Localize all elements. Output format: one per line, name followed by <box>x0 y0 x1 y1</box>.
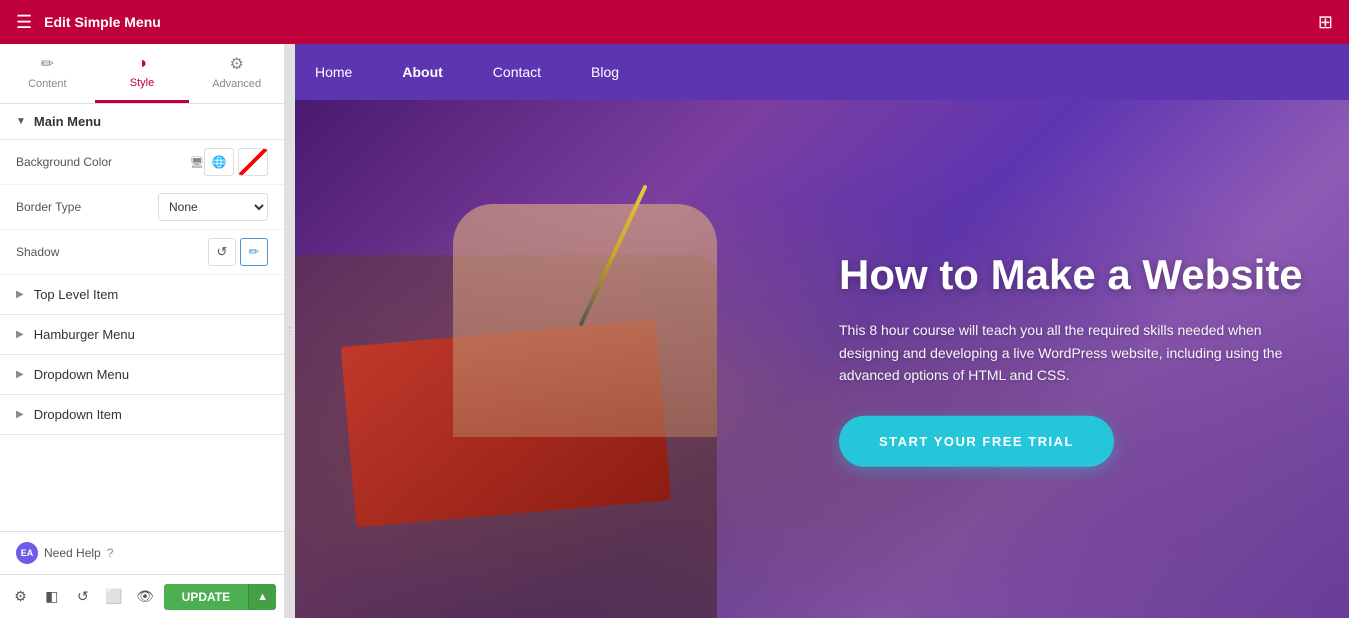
help-icon[interactable]: ? <box>107 546 114 560</box>
main-menu-label: Main Menu <box>34 114 101 129</box>
update-arrow-button[interactable]: ▲ <box>248 584 276 610</box>
clear-color-button[interactable] <box>238 148 268 176</box>
accordion-hamburger-menu[interactable]: ▶ Hamburger Menu <box>0 315 284 355</box>
panel-footer: EA Need Help ? <box>0 531 284 574</box>
dropdown-item-label: Dropdown Item <box>34 407 122 422</box>
monitor-icon: 🖥 <box>190 156 204 169</box>
ea-badge-text: EA <box>21 548 34 558</box>
top-bar: ☰ Edit Simple Menu ⊞ <box>0 0 1349 44</box>
top-bar-left: ☰ Edit Simple Menu <box>16 12 161 33</box>
tab-content-label: Content <box>28 78 67 90</box>
background-color-controls: 🌐 <box>204 148 268 176</box>
tab-style[interactable]: ◑ Style <box>95 44 190 103</box>
drag-handle[interactable]: ⋮ <box>285 44 295 618</box>
dropdown-menu-label: Dropdown Menu <box>34 367 129 382</box>
shadow-label: Shadow <box>16 245 208 259</box>
border-type-controls: None Solid Dashed Dotted Double <box>158 193 268 221</box>
global-color-button[interactable]: 🌐 <box>204 148 234 176</box>
cta-button[interactable]: START YOUR FREE TRIAL <box>839 416 1114 467</box>
accordion-top-level-item[interactable]: ▶ Top Level Item <box>0 275 284 315</box>
top-bar-title: Edit Simple Menu <box>44 14 161 30</box>
dropdown-item-chevron: ▶ <box>16 409 24 420</box>
shadow-controls: ↺ ✏ <box>208 238 268 266</box>
nav-item-home[interactable]: Home <box>315 64 352 80</box>
history-icon[interactable]: ↺ <box>70 583 95 611</box>
style-icon: ◑ <box>137 55 147 73</box>
left-panel: ✏ Content ◑ Style ⚙ Advanced ▼ Main Menu… <box>0 44 285 618</box>
main-menu-section-header[interactable]: ▼ Main Menu <box>0 104 284 140</box>
nav-item-contact[interactable]: Contact <box>493 64 541 80</box>
tab-style-label: Style <box>130 77 154 89</box>
dropdown-menu-chevron: ▶ <box>16 369 24 380</box>
shadow-edit-button[interactable]: ✏ <box>240 238 268 266</box>
main-menu-chevron: ▼ <box>16 116 26 127</box>
border-type-label: Border Type <box>16 200 158 214</box>
advanced-icon: ⚙ <box>230 54 244 74</box>
preview-icon[interactable]: 👁 <box>133 583 158 611</box>
hamburger-icon[interactable]: ☰ <box>16 12 32 33</box>
hamburger-menu-label: Hamburger Menu <box>34 327 135 342</box>
shadow-row: Shadow ↺ ✏ <box>0 230 284 275</box>
tabs-container: ✏ Content ◑ Style ⚙ Advanced <box>0 44 284 104</box>
tab-content[interactable]: ✏ Content <box>0 44 95 103</box>
border-type-row: Border Type None Solid Dashed Dotted Dou… <box>0 185 284 230</box>
nav-item-blog[interactable]: Blog <box>591 64 619 80</box>
update-btn-group: UPDATE ▲ <box>164 584 276 610</box>
background-color-row: Background Color 🖥 🌐 <box>0 140 284 185</box>
hero-section: How to Make a Website This 8 hour course… <box>295 100 1349 618</box>
preview-area: Home About Contact Blog How to Make a We… <box>295 44 1349 618</box>
responsive-icon[interactable]: ⬜ <box>101 583 126 611</box>
update-button[interactable]: UPDATE <box>164 584 248 610</box>
shadow-reset-button[interactable]: ↺ <box>208 238 236 266</box>
tab-advanced-label: Advanced <box>212 78 261 90</box>
preview-nav: Home About Contact Blog <box>295 44 1349 100</box>
border-type-select[interactable]: None Solid Dashed Dotted Double <box>158 193 268 221</box>
tab-advanced[interactable]: ⚙ Advanced <box>189 44 284 103</box>
ea-badge: EA <box>16 542 38 564</box>
hamburger-menu-chevron: ▶ <box>16 329 24 340</box>
accordion-dropdown-item[interactable]: ▶ Dropdown Item <box>0 395 284 435</box>
top-level-item-chevron: ▶ <box>16 289 24 300</box>
panel-content: ▼ Main Menu Background Color 🖥 🌐 Border … <box>0 104 284 531</box>
grid-icon[interactable]: ⊞ <box>1318 12 1333 33</box>
nav-item-about[interactable]: About <box>402 64 442 80</box>
hero-description: This 8 hour course will teach you all th… <box>839 319 1319 386</box>
need-help-text: Need Help <box>44 546 101 560</box>
hero-title: How to Make a Website <box>839 251 1319 299</box>
background-color-label: Background Color <box>16 155 186 169</box>
hero-content: How to Make a Website This 8 hour course… <box>839 251 1319 467</box>
settings-icon[interactable]: ⚙ <box>8 583 33 611</box>
content-icon: ✏ <box>41 54 54 74</box>
main-layout: ✏ Content ◑ Style ⚙ Advanced ▼ Main Menu… <box>0 44 1349 618</box>
layers-icon[interactable]: ◧ <box>39 583 64 611</box>
bottom-toolbar: ⚙ ◧ ↺ ⬜ 👁 UPDATE ▲ <box>0 574 284 618</box>
top-level-item-label: Top Level Item <box>34 287 119 302</box>
accordion-dropdown-menu[interactable]: ▶ Dropdown Menu <box>0 355 284 395</box>
